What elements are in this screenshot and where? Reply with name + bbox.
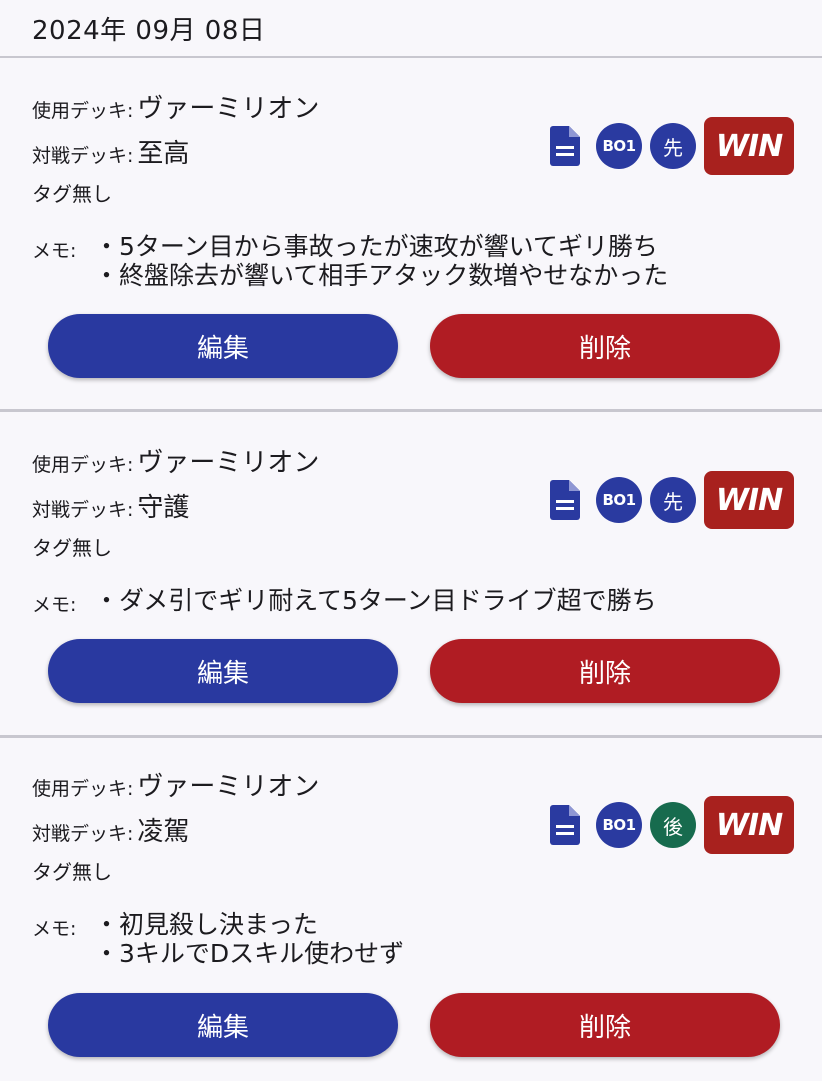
bo-badge: BO1 — [596, 477, 642, 523]
opponent-deck-label: 対戦デッキ: — [32, 499, 134, 521]
match-card: 使用デッキ: ヴァーミリオン 対戦デッキ: 凌駕 タグ無し BO1 後 WIN メモ… — [0, 738, 822, 1081]
badge-group: BO1 先 WIN — [550, 471, 794, 529]
badge-group: BO1 後 WIN — [550, 796, 794, 854]
used-deck-row: 使用デッキ: ヴァーミリオン — [32, 766, 319, 803]
opponent-deck-value: 凌駕 — [137, 817, 190, 847]
opponent-deck-value: 守護 — [137, 493, 190, 523]
badge-group: BO1 先 WIN — [550, 117, 794, 175]
delete-button[interactable]: 削除 — [430, 639, 780, 703]
edit-button[interactable]: 編集 — [48, 314, 398, 378]
used-deck-value: ヴァーミリオン — [137, 448, 320, 478]
bo-badge: BO1 — [596, 802, 642, 848]
date-title: 2024年 09月 08日 — [32, 16, 266, 46]
opponent-deck-row: 対戦デッキ: 至高 — [32, 133, 189, 170]
turn-badge: 先 — [650, 123, 696, 169]
document-icon[interactable] — [550, 126, 580, 166]
opponent-deck-row: 対戦デッキ: 凌駕 — [32, 811, 189, 848]
match-card: 使用デッキ: ヴァーミリオン 対戦デッキ: 守護 タグ無し BO1 先 WIN メモ… — [0, 412, 822, 738]
memo-label: メモ: — [32, 240, 77, 262]
memo-label: メモ: — [32, 918, 77, 940]
edit-button[interactable]: 編集 — [48, 639, 398, 703]
document-icon[interactable] — [550, 480, 580, 520]
tag-text: タグ無し — [32, 860, 112, 884]
delete-button[interactable]: 削除 — [430, 993, 780, 1057]
memo-text: ・ダメ引でギリ耐えて5ターン目ドライブ超で勝ち — [94, 586, 657, 615]
used-deck-value: ヴァーミリオン — [137, 94, 320, 124]
used-deck-value: ヴァーミリオン — [137, 772, 320, 802]
used-deck-label: 使用デッキ: — [32, 100, 134, 122]
memo-text: ・初見殺し決まった ・3キルでDスキル使わせず — [94, 910, 405, 968]
bo-badge: BO1 — [596, 123, 642, 169]
used-deck-label: 使用デッキ: — [32, 454, 134, 476]
delete-button[interactable]: 削除 — [430, 314, 780, 378]
result-badge: WIN — [704, 117, 794, 175]
opponent-deck-row: 対戦デッキ: 守護 — [32, 487, 189, 524]
opponent-deck-label: 対戦デッキ: — [32, 823, 134, 845]
opponent-deck-value: 至高 — [137, 139, 190, 169]
document-icon[interactable] — [550, 805, 580, 845]
match-card: 使用デッキ: ヴァーミリオン 対戦デッキ: 至高 タグ無し BO1 先 WIN メモ… — [0, 58, 822, 412]
date-header: 2024年 09月 08日 — [0, 0, 822, 58]
used-deck-row: 使用デッキ: ヴァーミリオン — [32, 442, 319, 479]
result-badge: WIN — [704, 471, 794, 529]
turn-badge: 後 — [650, 802, 696, 848]
opponent-deck-label: 対戦デッキ: — [32, 145, 134, 167]
memo-text: ・5ターン目から事故ったが速攻が響いてギリ勝ち ・終盤除去が響いて相手アタック数… — [94, 232, 669, 290]
turn-badge: 先 — [650, 477, 696, 523]
memo-label: メモ: — [32, 594, 77, 616]
used-deck-row: 使用デッキ: ヴァーミリオン — [32, 88, 319, 125]
tag-text: タグ無し — [32, 536, 112, 560]
used-deck-label: 使用デッキ: — [32, 778, 134, 800]
result-badge: WIN — [704, 796, 794, 854]
tag-text: タグ無し — [32, 182, 112, 206]
edit-button[interactable]: 編集 — [48, 993, 398, 1057]
